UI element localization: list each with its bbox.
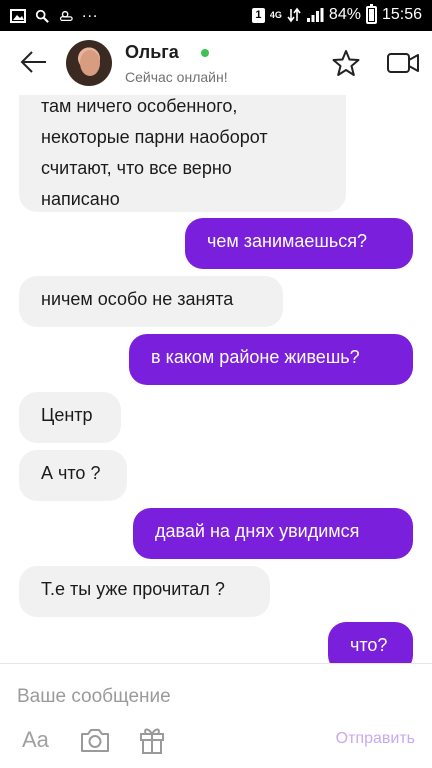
data-transfer-icon xyxy=(287,7,301,23)
notification-icons: ... xyxy=(10,4,99,26)
message-incoming[interactable]: там ничего особенного, некоторые парни н… xyxy=(19,95,346,212)
network-type: 4G xyxy=(269,9,282,20)
more-notifications: ... xyxy=(82,4,99,21)
message-outgoing[interactable]: чем занимаешься? xyxy=(185,218,413,269)
message-outgoing[interactable]: в каком районе живешь? xyxy=(129,334,413,385)
message-input[interactable] xyxy=(17,682,317,712)
system-indicators: 1 4G 84% 15:56 xyxy=(251,4,422,25)
camera-icon[interactable] xyxy=(79,725,111,755)
text-format-button[interactable]: Aa xyxy=(22,725,54,755)
weather-icon xyxy=(59,10,73,21)
clock: 15:56 xyxy=(381,6,422,23)
message-list[interactable]: там ничего особенного, некоторые парни н… xyxy=(0,95,432,663)
send-button[interactable]: Отправить xyxy=(336,730,415,748)
battery-percent: 84% xyxy=(328,6,361,23)
status-bar: ... 1 4G 84% 15:56 xyxy=(0,0,432,31)
star-icon[interactable] xyxy=(332,49,360,77)
message-incoming[interactable]: ничем особо не занята xyxy=(19,276,283,327)
gallery-icon xyxy=(10,9,26,23)
contact-status: Сейчас онлайн! xyxy=(125,69,228,85)
message-incoming[interactable]: Центр xyxy=(19,392,121,443)
chat-header: Ольга Сейчас онлайн! xyxy=(0,31,432,95)
avatar[interactable] xyxy=(66,40,112,86)
contact-name[interactable]: Ольга xyxy=(125,42,179,63)
gift-icon[interactable] xyxy=(138,725,166,755)
video-camera-icon[interactable] xyxy=(386,51,420,75)
message-incoming[interactable]: А что ? xyxy=(19,450,127,501)
battery-icon xyxy=(365,4,377,24)
message-incoming[interactable]: Т.е ты уже прочитал ? xyxy=(19,566,270,617)
message-outgoing[interactable]: давай на днях увидимся xyxy=(133,508,413,559)
search-icon xyxy=(35,9,49,23)
arrow-left-icon[interactable] xyxy=(16,47,50,77)
message-composer: Aa Отправить xyxy=(0,663,432,768)
message-outgoing[interactable]: что? xyxy=(328,622,413,663)
sim-badge: 1 xyxy=(251,7,265,23)
online-indicator xyxy=(201,49,209,57)
signal-icon xyxy=(306,8,324,22)
